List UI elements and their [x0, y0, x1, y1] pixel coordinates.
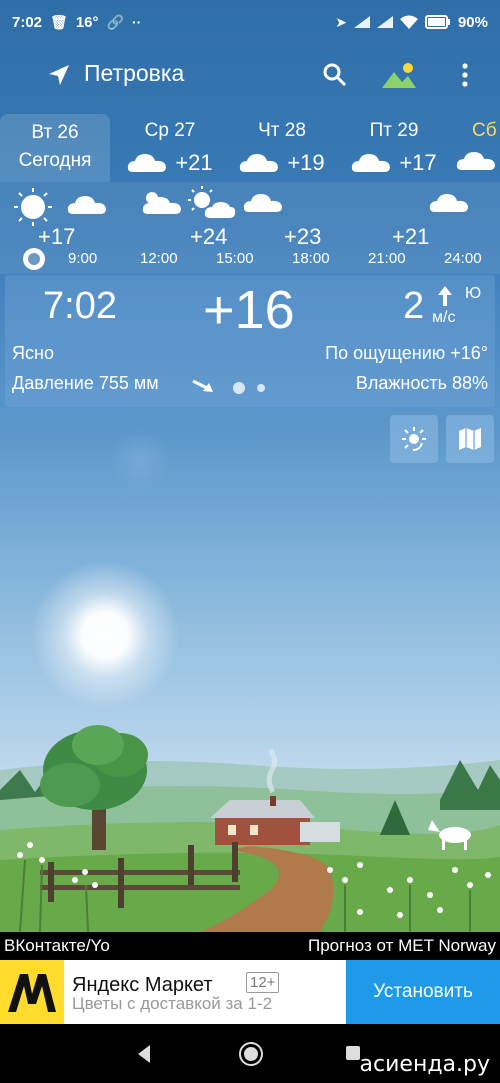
ad-age-rating: 12+ [246, 972, 280, 993]
landscape-gallery-icon[interactable] [380, 60, 418, 90]
current-conditions-card[interactable]: 7:02 +16 2 Ю м/с Ясно По ощущению +16° Д… [5, 275, 495, 407]
social-link[interactable]: ВКонтакте/Yo [4, 936, 110, 956]
ad-banner[interactable]: Яндекс Маркет 12+ Цветы с доставкой за 1… [0, 960, 500, 1024]
battery-percent: 90% [457, 13, 488, 31]
cloud-icon [429, 194, 468, 212]
hourly-forecast: +17 +24 +23 +21 9:00 12:00 15:00 18:00 2… [0, 182, 500, 274]
search-icon[interactable] [322, 62, 348, 88]
wind-unit: м/с [432, 309, 456, 326]
day-tabs: Вт 26 Сегодня Ср 27 +21 Чт 28 +19 Пт 29 … [0, 114, 500, 182]
day-temp: +21 [175, 150, 213, 175]
trash-icon: 🗑 [50, 13, 68, 30]
hour-temp: +24 [190, 224, 228, 249]
cloud-icon [67, 196, 106, 214]
day-tab-friday[interactable]: Пт 29 +17 [344, 114, 444, 182]
hour-time: 15:00 [216, 250, 254, 267]
day-name: Ср 27 [144, 120, 196, 141]
day-subtitle: Сегодня [18, 150, 92, 171]
ad-subtitle: Цветы с доставкой за 1-2 [72, 994, 273, 1013]
sun-cloud-icon [188, 186, 236, 218]
link-icon: 🔗 [106, 13, 124, 30]
day-temp: +17 [399, 150, 437, 175]
sun-icon [14, 188, 52, 226]
wind-speed: 2 [403, 285, 425, 327]
home-icon [244, 1047, 258, 1061]
current-time: 7:02 [43, 285, 117, 327]
signal-icon [353, 16, 370, 28]
cloud-icon [128, 154, 167, 172]
footer-links: ВКонтакте/Yo Прогноз от MET Norway [0, 932, 500, 960]
recents-button[interactable] [346, 1046, 360, 1060]
status-time: 7:02 [12, 13, 43, 31]
day-name: Вт 26 [31, 122, 79, 143]
cloud-icon [240, 154, 279, 172]
day-tab-wednesday[interactable]: Ср 27 +21 [120, 114, 220, 182]
day-tab-saturday[interactable]: Сб [456, 114, 500, 182]
map-button[interactable] [446, 415, 494, 463]
map-icon [459, 428, 481, 450]
condition-text: Ясно [12, 343, 54, 363]
current-time-marker [23, 248, 45, 270]
wind-direction-arrow-icon [438, 286, 452, 306]
hour-time: 12:00 [140, 250, 178, 267]
day-temp: +19 [287, 150, 325, 175]
yandex-market-logo [0, 960, 64, 1024]
weather-effects-button[interactable] [390, 415, 438, 463]
install-button[interactable]: Установить [346, 960, 500, 1024]
sun-rotate-icon [402, 427, 426, 451]
hour-temp: +21 [392, 224, 430, 249]
hour-time: 21:00 [368, 250, 406, 267]
page-indicator-dot[interactable] [257, 384, 265, 392]
home-button[interactable] [239, 1042, 263, 1066]
current-temp: +16 [203, 280, 295, 340]
cloud-icon [243, 194, 282, 212]
status-bar: 7:02 🗑 16° 🔗 ·· ➤ 90% [0, 0, 500, 44]
hour-temp: +23 [284, 224, 322, 249]
partly-cloudy-icon [142, 192, 181, 214]
market-logo-icon [8, 974, 56, 1012]
day-tab-tuesday[interactable]: Вт 26 Сегодня [0, 114, 110, 182]
more-vert-icon[interactable] [456, 62, 474, 88]
page-indicator-dot-active[interactable] [233, 382, 245, 394]
wind-direction: Ю [465, 285, 482, 302]
status-temp: 16° [75, 13, 99, 31]
humidity: Влажность 88% [355, 373, 488, 393]
forecast-source-link[interactable]: Прогноз от MET Norway [308, 936, 496, 956]
day-name: Чт 28 [258, 120, 306, 141]
battery-icon [424, 15, 450, 29]
hour-time: 9:00 [68, 250, 98, 267]
location-arrow-icon: ➤ [335, 13, 347, 30]
pressure: Давление 755 мм [12, 373, 159, 393]
cloud-icon [352, 154, 391, 172]
app-bar: Петровка [0, 48, 500, 104]
hour-time: 24:00 [444, 250, 482, 267]
feels-like: По ощущению +16° [325, 343, 488, 363]
hour-temp: +17 [38, 224, 76, 249]
more-dots-icon: ·· [131, 14, 142, 30]
pressure-trend-arrow-icon [192, 379, 213, 392]
navigation-arrow-icon[interactable] [48, 64, 70, 86]
city-name[interactable]: Петровка [84, 60, 184, 87]
watermark: асиенда.ру [359, 1052, 490, 1077]
cloud-icon [456, 152, 495, 170]
wifi-icon [399, 15, 418, 29]
hour-time: 18:00 [292, 250, 330, 267]
day-tab-thursday[interactable]: Чт 28 +19 [232, 114, 332, 182]
back-icon[interactable] [136, 1044, 152, 1064]
signal-icon [376, 16, 393, 28]
day-name: Сб [472, 120, 497, 141]
day-name: Пт 29 [369, 120, 419, 141]
